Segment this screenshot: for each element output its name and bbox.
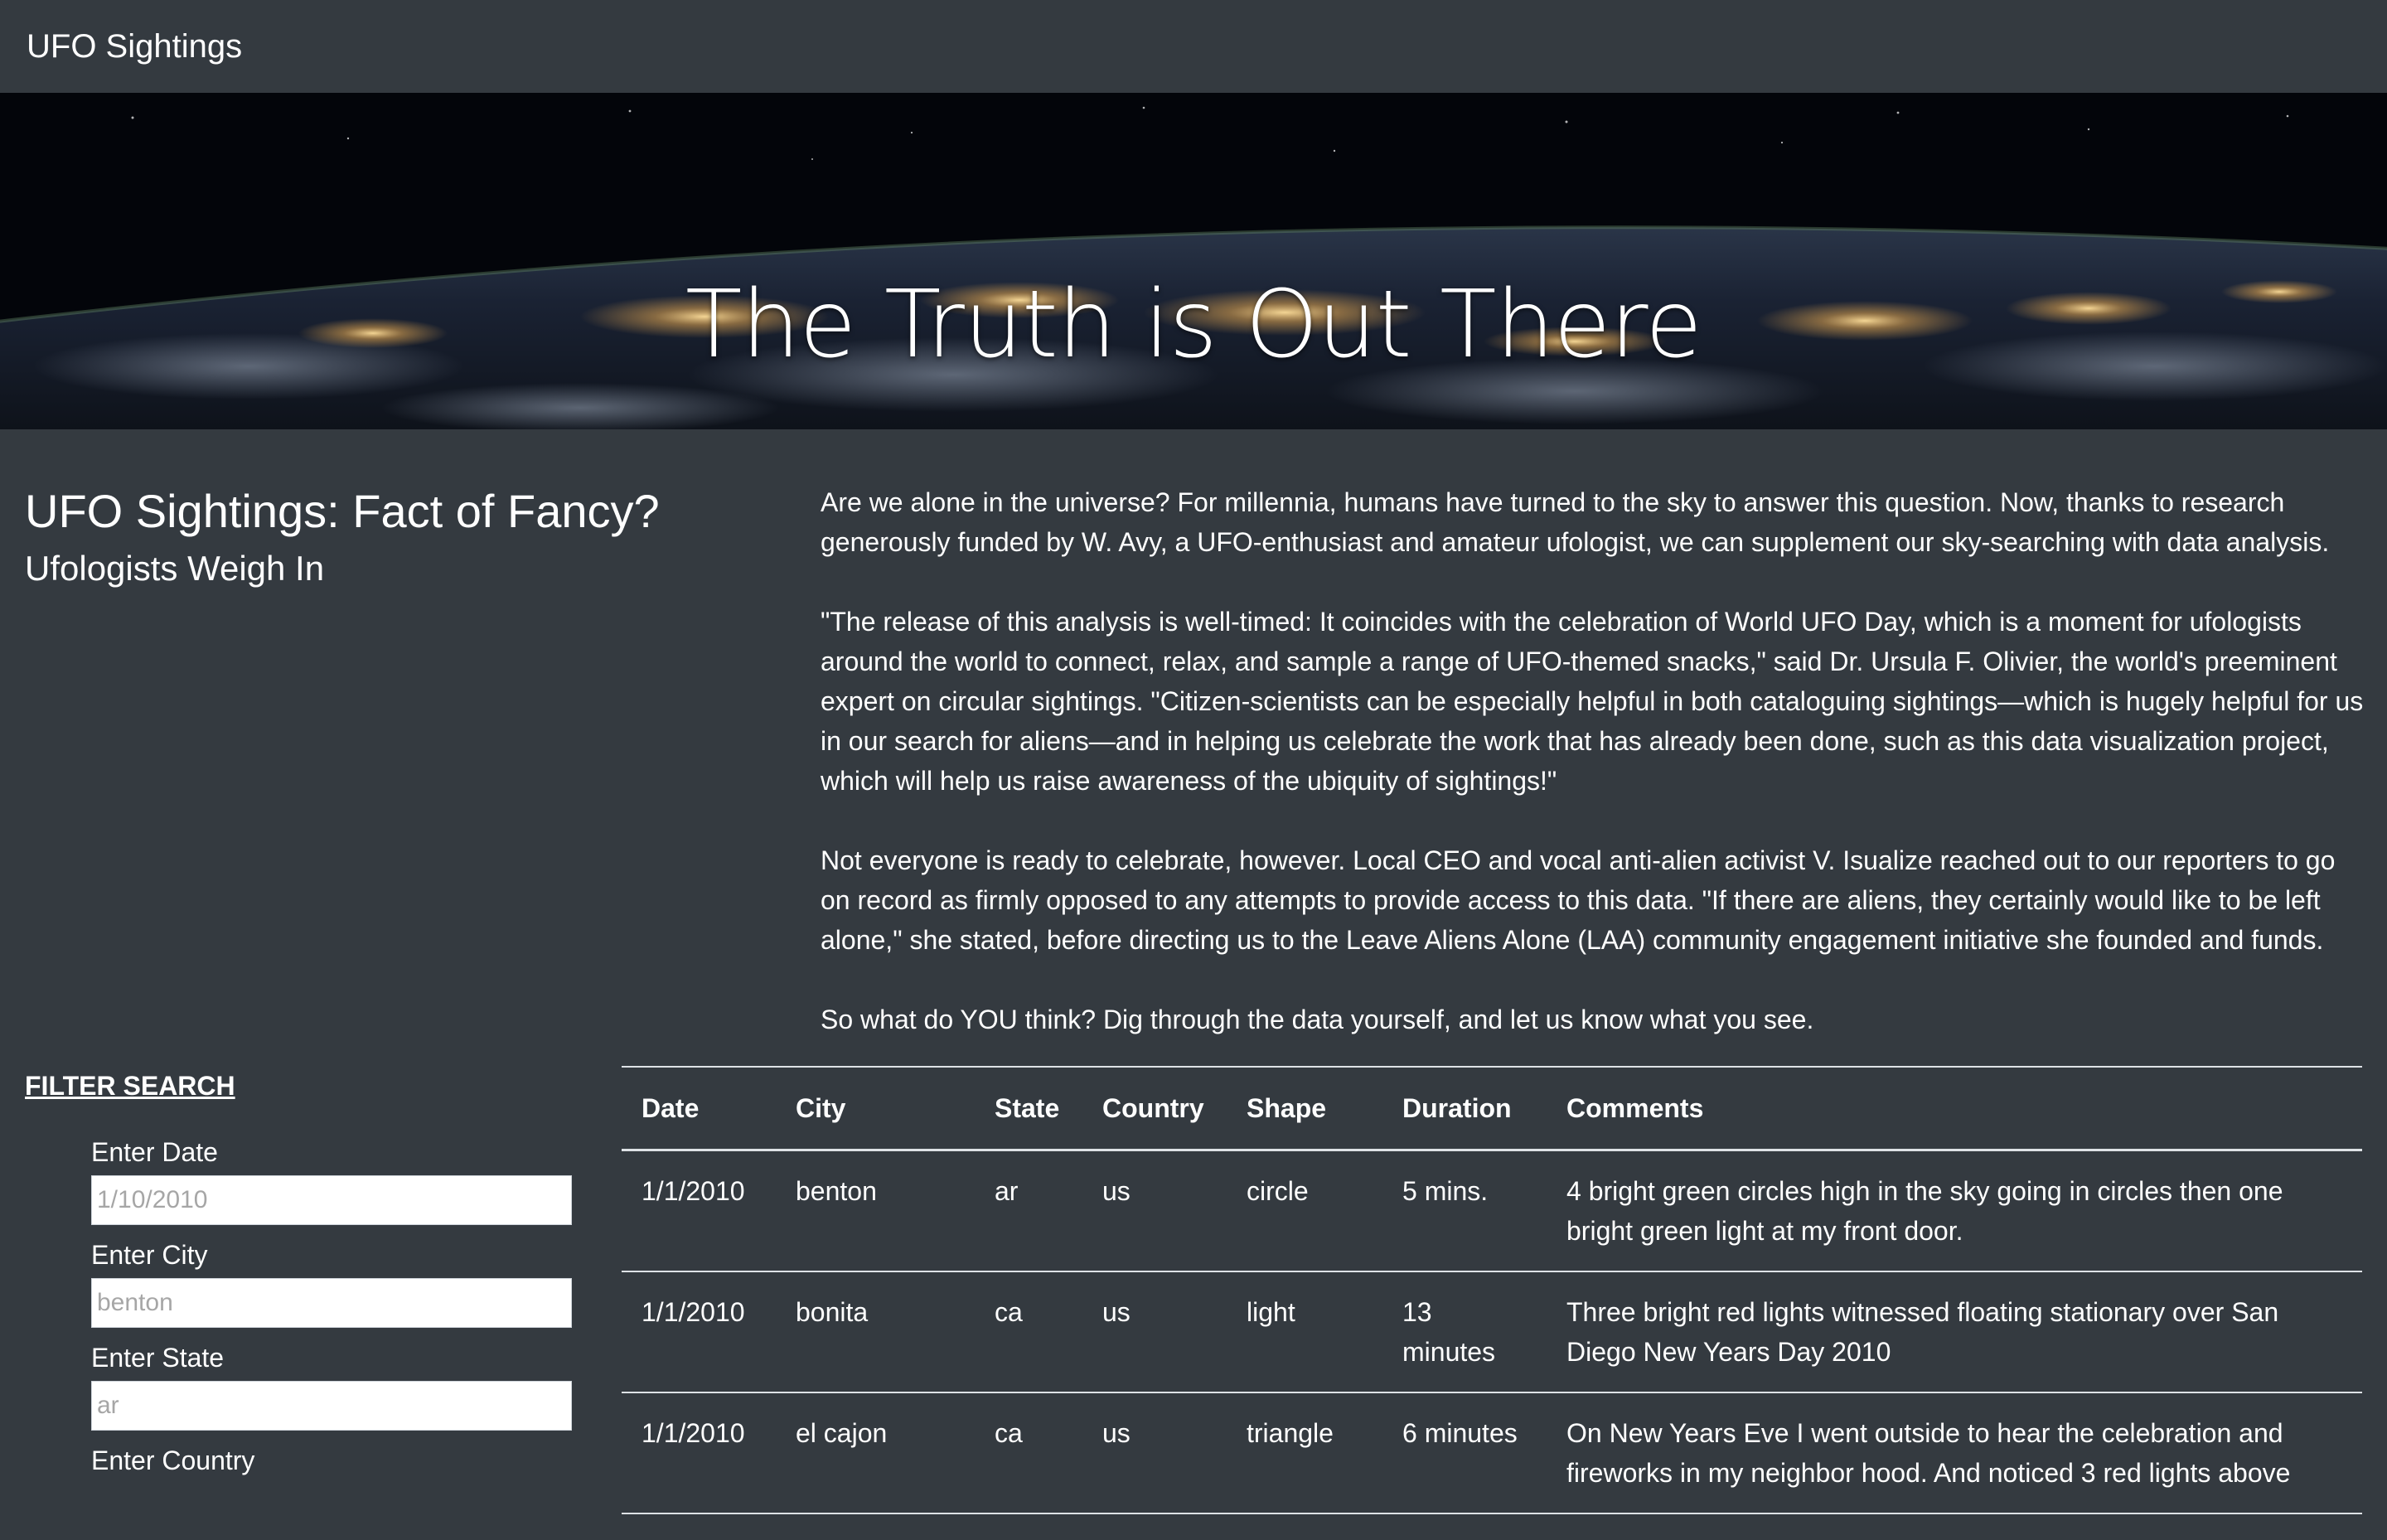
cell-duration: 6 minutes	[1382, 1392, 1547, 1514]
cell-state: ar	[975, 1150, 1082, 1272]
table-row: 1/1/2010 el cajon ca us triangle 6 minut…	[622, 1392, 2362, 1514]
cell-comments: 4 bright green circles high in the sky g…	[1547, 1150, 2362, 1272]
filter-item-country: Enter Country	[91, 1437, 572, 1540]
article-body: Are we alone in the universe? For millen…	[821, 482, 2370, 1079]
cell-shape: circle	[1227, 1150, 1382, 1272]
column-header-city: City	[776, 1066, 975, 1151]
cell-date: 1/1/2010	[622, 1150, 776, 1272]
table-row: 1/1/2010 benton ar us circle 5 mins. 4 b…	[622, 1150, 2362, 1272]
cell-country: us	[1082, 1271, 1227, 1393]
filter-country-label: Enter Country	[91, 1446, 255, 1475]
navbar: UFO Sightings	[0, 0, 2387, 93]
cell-comments: Three bright red lights witnessed floati…	[1547, 1271, 2362, 1393]
city-input[interactable]	[91, 1278, 572, 1328]
cell-shape: triangle	[1227, 1392, 1382, 1514]
cell-country: us	[1082, 1392, 1227, 1514]
filter-item-city: Enter City	[91, 1232, 572, 1334]
column-header-date: Date	[622, 1066, 776, 1151]
article-title: UFO Sightings: Fact of Fancy?	[25, 485, 660, 537]
ufo-table-container: Date City State Country Shape Duration C…	[622, 1066, 2362, 1514]
filter-list: Enter Date Enter City Enter State Enter …	[91, 1129, 572, 1540]
cell-state: ca	[975, 1392, 1082, 1514]
column-header-comments: Comments	[1547, 1066, 2362, 1151]
column-header-shape: Shape	[1227, 1066, 1382, 1151]
filter-search-heading: FILTER SEARCH	[25, 1071, 235, 1101]
cell-date: 1/1/2010	[622, 1392, 776, 1514]
article-paragraph: Not everyone is ready to celebrate, howe…	[821, 845, 2336, 955]
cell-date: 1/1/2010	[622, 1271, 776, 1393]
table-row: 1/1/2010 bonita ca us light 13 minutes T…	[622, 1271, 2362, 1393]
cell-state: ca	[975, 1271, 1082, 1393]
cell-shape: light	[1227, 1271, 1382, 1393]
cell-duration: 13 minutes	[1382, 1271, 1547, 1393]
cell-city: bonita	[776, 1271, 975, 1393]
cell-comments: On New Years Eve I went outside to hear …	[1547, 1392, 2362, 1514]
ufo-table: Date City State Country Shape Duration C…	[622, 1066, 2362, 1514]
filter-state-label: Enter State	[91, 1343, 225, 1373]
cell-city: benton	[776, 1150, 975, 1272]
column-header-duration: Duration	[1382, 1066, 1547, 1151]
cell-city: el cajon	[776, 1392, 975, 1514]
column-header-state: State	[975, 1066, 1082, 1151]
article-subtitle: Ufologists Weigh In	[25, 549, 325, 588]
table-header-row: Date City State Country Shape Duration C…	[622, 1066, 2362, 1151]
filter-city-label: Enter City	[91, 1240, 208, 1270]
state-input[interactable]	[91, 1381, 572, 1431]
article-paragraph: "The release of this analysis is well-ti…	[821, 607, 2364, 796]
filter-item-state: Enter State	[91, 1334, 572, 1437]
navbar-brand-link[interactable]: UFO Sightings	[27, 23, 242, 70]
hero-banner: The Truth is Out There	[0, 93, 2387, 429]
hero-title: The Truth is Out There	[685, 271, 1702, 380]
filter-item-date: Enter Date	[91, 1129, 572, 1232]
cell-duration: 5 mins.	[1382, 1150, 1547, 1272]
date-input[interactable]	[91, 1175, 572, 1225]
article-paragraph: Are we alone in the universe? For millen…	[821, 487, 2330, 557]
filter-date-label: Enter Date	[91, 1137, 218, 1167]
column-header-country: Country	[1082, 1066, 1227, 1151]
cell-country: us	[1082, 1150, 1227, 1272]
article-paragraph: So what do YOU think? Dig through the da…	[821, 1005, 1814, 1034]
